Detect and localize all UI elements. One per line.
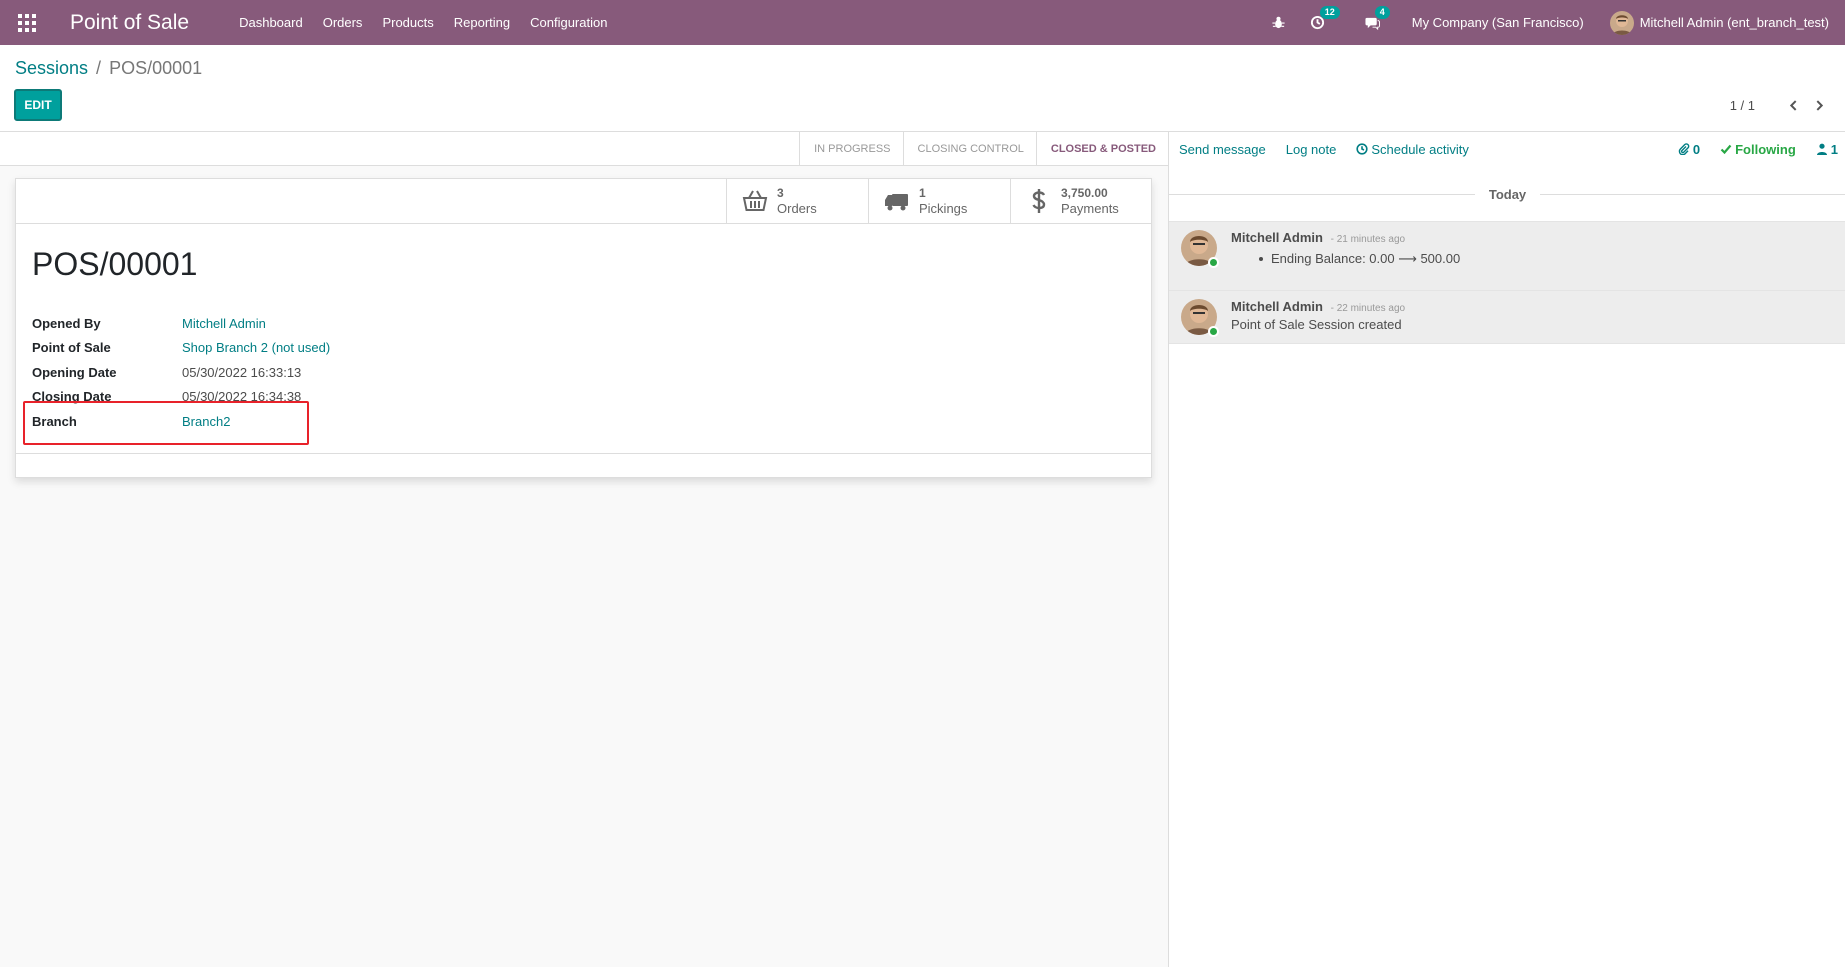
online-status-icon <box>1208 326 1219 337</box>
company-switcher[interactable]: My Company (San Francisco) <box>1412 15 1584 30</box>
point-of-sale-link[interactable]: Shop Branch 2 (not used) <box>182 340 330 355</box>
main-menu: Dashboard Orders Products Reporting Conf… <box>229 15 617 30</box>
field-point-of-sale: Point of Sale Shop Branch 2 (not used) <box>32 336 330 361</box>
message-text: Point of Sale Session created <box>1231 317 1402 332</box>
followers-button[interactable]: 1 <box>1816 142 1838 157</box>
chatter-message: Mitchell Admin - 21 minutes ago Ending B… <box>1169 221 1845 291</box>
attachments-count: 0 <box>1692 141 1701 157</box>
breadcrumb-sessions[interactable]: Sessions <box>15 58 88 79</box>
tracking-value: Ending Balance: 0.00 ⟶ 500.00 <box>1259 251 1460 267</box>
followers-count: 1 <box>1830 141 1838 157</box>
menu-reporting[interactable]: Reporting <box>444 15 520 30</box>
following-button[interactable]: Following <box>1720 142 1796 157</box>
orders-label: Orders <box>777 201 817 216</box>
field-opening-date: Opening Date 05/30/2022 16:33:13 <box>32 360 330 385</box>
orders-count: 3 <box>777 186 784 200</box>
menu-products[interactable]: Products <box>372 15 443 30</box>
author-avatar[interactable] <box>1181 230 1219 268</box>
app-title[interactable]: Point of Sale <box>70 11 189 35</box>
chatter-followers-area: 0 Following 1 <box>1658 132 1838 166</box>
opened-by-link[interactable]: Mitchell Admin <box>182 316 266 331</box>
bullet-icon <box>1259 257 1263 261</box>
pickings-smart-button[interactable]: 1 Pickings <box>868 179 1010 223</box>
message-author[interactable]: Mitchell Admin <box>1231 230 1323 245</box>
breadcrumb-current: POS/00001 <box>109 58 203 78</box>
attachments-button[interactable]: 0 <box>1678 142 1700 157</box>
message-body: Mitchell Admin - 22 minutes ago Point of… <box>1231 299 1405 332</box>
stage-closed-posted[interactable]: CLOSED & POSTED <box>1037 132 1168 166</box>
breadcrumb: Sessions / POS/00001 <box>15 58 202 79</box>
message-time: - 21 minutes ago <box>1330 234 1406 245</box>
check-icon <box>1720 144 1732 155</box>
pager-previous-button[interactable] <box>1783 97 1803 113</box>
edit-button[interactable]: EDIT <box>14 89 62 121</box>
payments-smart-button[interactable]: 3,750.00 Payments <box>1010 179 1152 223</box>
sheet-divider <box>16 453 1151 454</box>
basket-icon <box>739 188 771 214</box>
chatter-topbar: Send message Log note Schedule activity … <box>1169 132 1845 166</box>
author-avatar[interactable] <box>1181 299 1219 337</box>
log-note-button[interactable]: Log note <box>1286 142 1337 157</box>
separator-line <box>1169 193 1475 195</box>
control-panel: Sessions / POS/00001 EDIT 1 / 1 <box>0 45 1845 132</box>
field-label: Opened By <box>32 315 101 331</box>
user-menu[interactable]: Mitchell Admin (ent_branch_test) <box>1609 10 1829 35</box>
paperclip-icon <box>1678 143 1690 155</box>
activity-count-badge: 12 <box>1319 6 1340 19</box>
send-message-button[interactable]: Send message <box>1179 142 1266 157</box>
menu-configuration[interactable]: Configuration <box>520 15 617 30</box>
field-label: Opening Date <box>32 364 117 380</box>
systray: 12 4 My Company (San Francisco) Mitchell… <box>1261 0 1845 45</box>
message-author[interactable]: Mitchell Admin <box>1231 299 1323 314</box>
opening-date-value: 05/30/2022 16:33:13 <box>182 364 302 380</box>
top-navbar: Point of Sale Dashboard Orders Products … <box>0 0 1845 45</box>
smart-button-box: 3 Orders 1 Pickings 3,750.00 Payments <box>16 179 1151 224</box>
message-body: Mitchell Admin - 21 minutes ago Ending B… <box>1231 230 1460 267</box>
messages-icon[interactable]: 4 <box>1365 6 1390 30</box>
payments-label: Payments <box>1061 201 1119 216</box>
statusbar: IN PROGRESS CLOSING CONTROL CLOSED & POS… <box>0 132 1168 166</box>
payments-amount: 3,750.00 <box>1061 186 1108 200</box>
schedule-activity-label: Schedule activity <box>1371 141 1469 157</box>
tracking-text: Ending Balance: 0.00 ⟶ 500.00 <box>1271 251 1461 266</box>
field-opened-by: Opened By Mitchell Admin <box>32 311 330 336</box>
schedule-activity-button[interactable]: Schedule activity <box>1356 142 1469 157</box>
debug-icon[interactable] <box>1271 15 1286 30</box>
form-sheet: 3 Orders 1 Pickings 3,750.00 Payments PO… <box>15 178 1152 478</box>
stage-in-progress[interactable]: IN PROGRESS <box>800 132 904 166</box>
user-icon <box>1816 143 1827 155</box>
pager: 1 / 1 <box>1730 97 1829 113</box>
pager-value[interactable]: 1 / 1 <box>1730 98 1755 113</box>
branch-highlight-box <box>23 401 309 445</box>
message-time: - 22 minutes ago <box>1330 303 1406 314</box>
menu-dashboard[interactable]: Dashboard <box>229 15 313 30</box>
orders-smart-button[interactable]: 3 Orders <box>726 179 868 223</box>
apps-menu-icon[interactable] <box>4 0 49 45</box>
field-label: Point of Sale <box>32 340 111 356</box>
pager-next-button[interactable] <box>1809 97 1829 113</box>
status-stages: IN PROGRESS CLOSING CONTROL CLOSED & POS… <box>799 132 1168 166</box>
menu-orders[interactable]: Orders <box>313 15 373 30</box>
record-title: POS/00001 <box>32 246 198 282</box>
breadcrumb-separator: / <box>96 58 102 78</box>
chevron-right-icon <box>1816 99 1823 111</box>
message-count-badge: 4 <box>1374 6 1390 19</box>
activity-clock-icon[interactable]: 12 <box>1310 6 1340 30</box>
online-status-icon <box>1208 257 1219 268</box>
stage-closing-control[interactable]: CLOSING CONTROL <box>904 132 1037 166</box>
pickings-count: 1 <box>919 186 926 200</box>
date-separator: Today <box>1169 186 1845 202</box>
chatter-message: Mitchell Admin - 22 minutes ago Point of… <box>1169 290 1845 344</box>
pickings-label: Pickings <box>919 201 968 216</box>
date-separator-label: Today <box>1488 186 1527 202</box>
following-label: Following <box>1735 141 1796 157</box>
separator-line <box>1540 193 1845 195</box>
dollar-icon <box>1023 188 1055 214</box>
truck-icon <box>881 188 913 214</box>
user-name: Mitchell Admin (ent_branch_test) <box>1639 15 1829 30</box>
chatter-panel: Send message Log note Schedule activity … <box>1168 132 1845 967</box>
user-avatar <box>1609 10 1634 35</box>
chevron-left-icon <box>1789 99 1796 111</box>
clock-icon <box>1356 143 1368 155</box>
